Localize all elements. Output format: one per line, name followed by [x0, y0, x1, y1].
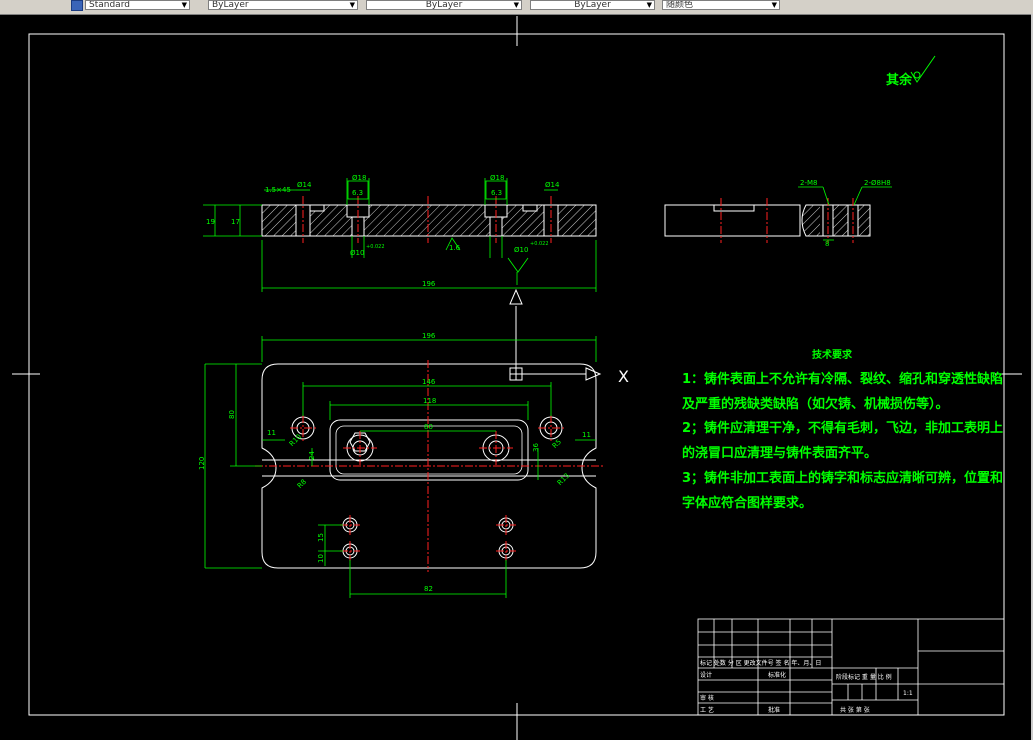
d11-left-label: 11	[267, 429, 276, 437]
tb-review: 审 核	[700, 694, 714, 702]
lineweight-value: ByLayer	[574, 0, 611, 10]
tb-header-row: 标记 处数 分 区 更改文件号 签 名 年、月、日	[700, 659, 821, 667]
view-marker: X	[618, 367, 629, 386]
tech-line-5: 3；铸件非加工表面上的铸字和标志应清晰可辨，位置和	[682, 470, 1003, 486]
section-view	[261, 196, 597, 243]
linetype-value: ByLayer	[425, 0, 463, 10]
w80-label: 80	[424, 423, 433, 431]
side-view: 2-M8 2-Ø8H8 8	[664, 179, 892, 248]
h36-label: 36	[532, 443, 540, 452]
h15-label: 15	[317, 533, 325, 542]
section-step-2	[522, 204, 538, 212]
d14-right-label: Ø14	[545, 181, 560, 189]
h19-label: 19	[206, 218, 215, 226]
tb-stage: 阶段标记 重 量 比 例	[836, 673, 892, 681]
tb-standard: 标准化	[768, 671, 786, 679]
chevron-down-icon: ▼	[349, 1, 355, 9]
ra16-label: 1.6	[449, 244, 461, 252]
text-style-icon	[71, 0, 83, 11]
w118-label: 118	[423, 397, 436, 405]
tech-line-3: 2；铸件应清理干净，不得有毛刺，飞边，非加工表明上	[682, 420, 1003, 436]
view-direction-arrow	[509, 288, 602, 381]
properties-toolbar: Standard ▼ ByLayer ▼ ByLayer ▼ ByLayer ▼ 随颜色…	[0, 0, 1033, 15]
d14-left-label: Ø14	[297, 181, 312, 189]
w82-label: 82	[424, 585, 433, 593]
ra-left-label: 6.3	[352, 189, 363, 197]
h17-label: 17	[231, 218, 240, 226]
r8-label: R8	[296, 478, 308, 490]
chevron-down-icon: ▼	[771, 1, 777, 9]
tb-design: 设计	[700, 671, 712, 679]
d10-right-label: Ø10	[514, 246, 528, 254]
tech-line-4: 的浇冒口应清理与铸件表面齐平。	[682, 445, 877, 461]
color-select[interactable]: 随颜色 ▼	[662, 0, 780, 10]
chevron-down-icon: ▼	[181, 1, 187, 9]
d18-right-label: Ø18	[490, 174, 504, 182]
text-style-select[interactable]: Standard ▼	[85, 0, 190, 10]
layer-value: ByLayer	[212, 0, 249, 10]
w8-label: 8	[825, 240, 829, 248]
r13-label: R13	[556, 472, 571, 487]
surface-note-text: 其余	[886, 72, 913, 88]
color-value: 随颜色	[666, 0, 694, 10]
d18-left-label: Ø18	[352, 174, 366, 182]
d10-left-label: Ø10	[350, 249, 364, 257]
roughness-circle-icon	[913, 71, 921, 79]
w196-label: 196	[422, 332, 436, 340]
layer-select[interactable]: ByLayer ▼	[208, 0, 358, 10]
h24-label: 24	[308, 451, 316, 460]
h120-label: 120	[198, 457, 206, 470]
tech-requirements: 技术要求 1：铸件表面上不允许有冷隔、裂纹、缩孔和穿透性缺陷 及严重的残缺类缺陷…	[682, 348, 1003, 511]
len196-label: 196	[422, 280, 436, 288]
roughness-symbol-icon	[910, 55, 936, 83]
title-block	[697, 618, 1005, 716]
tb-scale: 1:1	[903, 690, 913, 697]
tech-line-6: 字体应符合图样要求。	[682, 495, 812, 511]
ra-right-label: 6.3	[491, 189, 502, 197]
tb-sheets: 共 张 第 张	[840, 706, 870, 714]
w146-label: 146	[422, 378, 436, 386]
linetype-select[interactable]: ByLayer ▼	[366, 0, 522, 10]
text-style-value: Standard	[89, 0, 130, 10]
drawing-canvas[interactable]: 其余 1.5×45 Ø14 Ø18 6.3 Ø18 6.3 Ø14 19 17 …	[0, 14, 1033, 740]
chamfer-label: 1.5×45	[265, 186, 291, 194]
h10-label: 10	[317, 554, 325, 563]
section-step-1	[309, 204, 325, 212]
r5-label: R5	[551, 438, 563, 450]
tech-title: 技术要求	[812, 348, 853, 361]
tol-right-label: +0.022	[530, 241, 549, 247]
chevron-down-icon: ▼	[513, 1, 519, 9]
surface-finish-note: 其余	[886, 55, 936, 88]
chevron-down-icon: ▼	[646, 1, 652, 9]
tb-craft: 工 艺	[700, 706, 714, 714]
tol-left-label: +0.022	[366, 244, 385, 250]
lineweight-select[interactable]: ByLayer ▼	[530, 0, 655, 10]
tb-approve: 批准	[768, 706, 780, 714]
plan-dimension-labels: 196 146 118 80 82 120 80 36 24 15 10 11 …	[198, 332, 591, 593]
m8-label: 2-M8	[800, 179, 817, 187]
d11-right-label: 11	[582, 431, 591, 439]
plan-dimensions	[204, 336, 597, 598]
tech-line-2: 及严重的残缺类缺陷（如欠铸、机械损伤等）。	[682, 396, 949, 412]
tech-line-1: 1：铸件表面上不允许有冷隔、裂纹、缩孔和穿透性缺陷	[682, 371, 1003, 387]
r10-label: R10	[288, 433, 303, 448]
h8-label: 2-Ø8H8	[864, 179, 891, 187]
h80-label: 80	[228, 410, 236, 419]
